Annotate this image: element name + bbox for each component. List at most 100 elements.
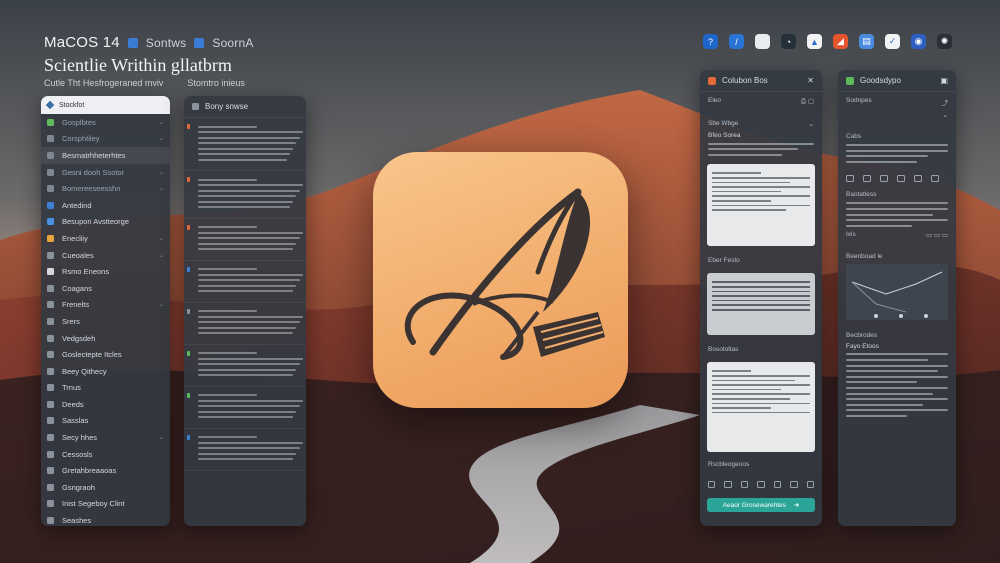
- trash-icon[interactable]: ▣: [940, 76, 948, 85]
- sidebar-item[interactable]: Srers: [41, 313, 170, 330]
- list-item[interactable]: [184, 387, 306, 429]
- sidebar-item[interactable]: Vedgsdeh: [41, 330, 170, 347]
- sidebar-item-label: Antedind: [62, 200, 92, 210]
- print-icon[interactable]: ⎙ ▢: [801, 97, 814, 106]
- sidebar-item-label: Besupon Avstteorge: [62, 217, 129, 227]
- sidebar-item[interactable]: Enecliiy ⌄: [41, 230, 170, 247]
- sidebar-item-label: Cessosls: [62, 449, 93, 459]
- sidebar-item[interactable]: Besupon Avstteorge: [41, 214, 170, 231]
- section-label: Eber Festo: [708, 257, 740, 265]
- sidebar-item[interactable]: Gsngraoh: [41, 479, 170, 496]
- clock-icon[interactable]: ◔: [781, 34, 796, 49]
- list-item[interactable]: [184, 345, 306, 387]
- inspector-panel: Colubon Bos ✕ Eleo ⎙ ▢ Sbe Wbge ⌄ Bfeo Sor…: [700, 70, 822, 526]
- table-preview[interactable]: [707, 273, 815, 336]
- format-toolbar[interactable]: [700, 477, 822, 492]
- tag-icon: [187, 177, 190, 182]
- sidebar-item-label: Corsphtiley: [62, 134, 100, 144]
- list-item[interactable]: [184, 429, 306, 471]
- sidebar-item-label: Trnus: [62, 383, 81, 393]
- sidebar-item[interactable]: Gesni dooh Ssotor ⌄: [41, 164, 170, 181]
- inspector-header: Colubon Bos ✕: [700, 70, 822, 92]
- folder-icon: [47, 434, 54, 442]
- outline-title: Goodsdypo: [860, 76, 901, 85]
- sidebar-item[interactable]: Beey Qithecy: [41, 363, 170, 380]
- sidebar-item[interactable]: Corsphtiley ⌄: [41, 131, 170, 148]
- sidebar-item[interactable]: Bomereeseesshn ⌄: [41, 180, 170, 197]
- sidebar-item[interactable]: Besmatrhheterhtes: [41, 147, 170, 164]
- sidebar-item[interactable]: Gosplbtes ⌄: [41, 114, 170, 131]
- chevron-down-icon[interactable]: ⌄: [943, 111, 948, 119]
- page-preview[interactable]: [707, 362, 815, 453]
- tag-icon: [187, 392, 190, 398]
- outline-section-5: Becbrodes Fayo Etoos: [838, 327, 956, 426]
- sidebar-item[interactable]: Antedind: [41, 197, 170, 214]
- outline-panel: Goodsdypo ▣ Sodnpes ⤴ ⌄ Cabs Baotatless I…: [838, 70, 956, 526]
- sidebar-item[interactable]: Cessosls: [41, 446, 170, 463]
- sidebar-search[interactable]: Stockfot: [41, 96, 170, 114]
- settings-icon[interactable]: ✺: [937, 34, 952, 49]
- outline-toolbar[interactable]: [838, 171, 956, 186]
- folder-icon: [47, 218, 54, 226]
- sidebar-item[interactable]: Coagans: [41, 280, 170, 297]
- sidebar-item[interactable]: Inist Segeboy Clint: [41, 496, 170, 513]
- sidebar-item[interactable]: Goslectepte Itcles: [41, 346, 170, 363]
- sidebar-item[interactable]: Secy hhes ⌄: [41, 429, 170, 446]
- menu-item-2[interactable]: SoornA: [212, 36, 253, 50]
- app-icon[interactable]: [373, 152, 628, 408]
- outline-header: Goodsdypo ▣: [838, 70, 956, 92]
- sidebar-item[interactable]: Frenelts ⌄: [41, 297, 170, 314]
- sidebar-item[interactable]: Deeds: [41, 396, 170, 413]
- folder-icon: [47, 201, 54, 209]
- folder-icon: [47, 234, 54, 242]
- mail-icon[interactable]: ✓: [885, 34, 900, 49]
- sidebar-item-label: Gesni dooh Ssotor: [62, 167, 125, 177]
- notes-icon[interactable]: [755, 34, 770, 49]
- globe-icon[interactable]: ◉: [911, 34, 926, 49]
- office-icon[interactable]: ◢: [833, 34, 848, 49]
- sidebar-item-label: Gsngraoh: [62, 482, 95, 492]
- sidebar-item[interactable]: Cueoales ⌄: [41, 247, 170, 264]
- section-sub: Bfeo Sorea: [708, 132, 741, 139]
- folder-icon: [47, 185, 54, 193]
- list-item[interactable]: [184, 118, 306, 171]
- sidebar-item-label: Enecliiy: [62, 233, 88, 243]
- sidebar-item-label: Deeds: [62, 399, 84, 409]
- chevron-down-icon: ⌄: [158, 186, 164, 193]
- row-label: Ixis: [846, 230, 856, 238]
- sidebar-item[interactable]: Sasslas: [41, 413, 170, 430]
- outline-section-1: Sodnpes ⤴ ⌄: [838, 92, 956, 128]
- sidebar-item[interactable]: Rsmo Eneons: [41, 263, 170, 280]
- doc-icon[interactable]: ▤: [859, 34, 874, 49]
- drive-icon[interactable]: ▲: [807, 34, 822, 49]
- close-icon[interactable]: ✕: [807, 76, 814, 85]
- sidebar-item-label: Sasslas: [62, 416, 89, 426]
- list-item[interactable]: [184, 261, 306, 303]
- folder-icon: [47, 517, 54, 525]
- subtitle-right: Stomtro inieus: [187, 78, 245, 88]
- sidebar-item[interactable]: Trnus: [41, 380, 170, 397]
- font-size-controls[interactable]: ▭ ▭ ▭: [926, 231, 948, 239]
- diagram-preview[interactable]: [846, 263, 948, 320]
- sidebar-item[interactable]: Seashes: [41, 512, 170, 526]
- list-item[interactable]: [184, 303, 306, 345]
- sidebar: Stockfot Gosplbtes ⌄ Corsphtiley ⌄ Besmatrhh…: [41, 96, 170, 526]
- document-preview[interactable]: [707, 164, 815, 247]
- chevron-down-icon[interactable]: ⌄: [809, 120, 814, 128]
- safari-icon[interactable]: ?: [703, 34, 718, 49]
- folder-icon: [47, 417, 54, 425]
- folder-icon: [47, 467, 54, 475]
- sidebar-item-label: Bomereeseesshn: [62, 184, 121, 194]
- generate-button[interactable]: Aeaor Grosewarehtes ➜: [707, 498, 815, 513]
- sidebar-search-label: Stockfot: [59, 101, 85, 109]
- dictionary-icon[interactable]: /: [729, 34, 744, 49]
- list-item[interactable]: [184, 171, 306, 219]
- folder-icon: [47, 500, 54, 508]
- sidebar-item[interactable]: Gretahbreaaoas: [41, 462, 170, 479]
- sidebar-item-label: Inist Segeboy Clint: [62, 499, 125, 509]
- menu-item-1[interactable]: Sontws: [146, 36, 187, 50]
- folder-icon: [47, 351, 54, 359]
- section-label: Bosotoltas: [708, 346, 739, 354]
- list-item[interactable]: [184, 219, 306, 261]
- share-icon[interactable]: ⤴: [942, 97, 949, 107]
